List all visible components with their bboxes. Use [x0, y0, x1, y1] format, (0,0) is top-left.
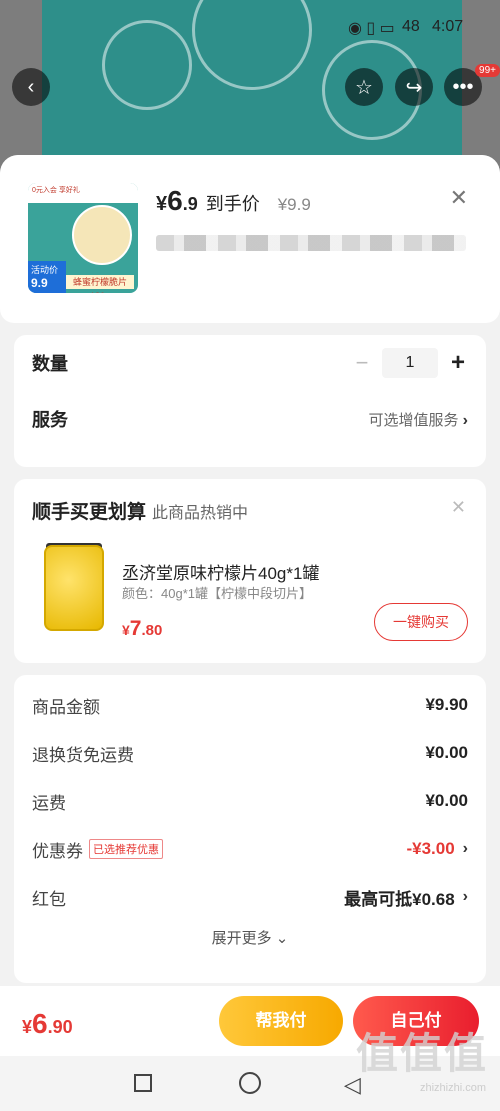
decrease-button[interactable]: − — [352, 350, 372, 376]
expand-more-button[interactable]: 展开更多 ⌄ — [32, 921, 468, 948]
summary-value: ¥0.00 — [425, 743, 468, 762]
order-summary-card: 商品金额 ¥9.90 退换货免运费 ¥0.00 运费 ¥0.00 优惠券 已选推荐… — [14, 675, 486, 983]
quantity-stepper: − 1 + — [352, 348, 468, 378]
summary-value: ¥0.00 — [425, 791, 468, 810]
combo-product-spec: 颜色：40g*1罐【柠檬中段切片】 — [122, 586, 312, 601]
recents-button[interactable] — [134, 1074, 152, 1092]
combo-price-symbol: ¥ — [122, 622, 130, 638]
service-row[interactable]: 服务 可选增值服务 › — [32, 391, 468, 447]
price-decimal: .9 — [182, 194, 198, 214]
home-button[interactable] — [239, 1072, 261, 1094]
combo-subtitle: 此商品热销中 — [152, 505, 249, 522]
battery-level: 48 — [402, 18, 420, 35]
one-click-buy-button[interactable]: 一键购买 — [374, 603, 468, 641]
price-symbol: ¥ — [156, 193, 168, 215]
favorite-button[interactable]: ☆ — [345, 68, 383, 106]
service-label: 服务 — [32, 410, 68, 430]
increase-button[interactable]: + — [448, 349, 468, 377]
back-button[interactable]: ‹ — [12, 68, 50, 106]
combo-header: 顺手买更划算 此商品热销中 — [32, 497, 468, 524]
star-icon: ☆ — [355, 76, 373, 99]
help-pay-button[interactable]: 帮我付 — [219, 996, 343, 1046]
combo-product-name[interactable]: 丞济堂原味柠檬片40g*1罐 — [122, 559, 319, 584]
summary-value: -¥3.00 › — [406, 839, 468, 858]
summary-row-coupon[interactable]: 优惠券 已选推荐优惠 -¥3.00 › — [32, 825, 468, 873]
combo-product-image[interactable] — [44, 545, 104, 631]
quantity-label: 数量 — [32, 354, 68, 374]
close-icon: ✕ — [450, 497, 466, 517]
summary-row-red-packet[interactable]: 红包 最高可抵¥0.68 › — [32, 873, 468, 921]
watermark-domain: zhizhizhi.com — [419, 1082, 486, 1094]
order-sheet: 0元入会 享好礼 活动价 9.9 蜂蜜柠檬脆片180g ¥ 6 .9 到手价 ¥… — [0, 155, 500, 1111]
thumb-price-label: 活动价 — [31, 265, 59, 275]
combo-title: 顺手买更划算 — [32, 502, 147, 523]
lemon-chips-image — [72, 205, 132, 265]
blurred-sku-text — [156, 235, 466, 251]
status-icons: ◉ ▯ ▭ — [348, 20, 395, 37]
coupon-tag: 已选推荐优惠 — [89, 839, 163, 859]
thumb-promo: 0元入会 享好礼 — [28, 183, 138, 203]
chevron-down-icon: ⌄ — [275, 930, 289, 947]
status-time: 4:07 — [432, 18, 464, 35]
message-badge: 99+ — [475, 64, 500, 77]
total-symbol: ¥ — [22, 1017, 33, 1037]
thumb-price-tag: 活动价 9.9 — [28, 261, 66, 293]
summary-label: 退换货免运费 — [32, 745, 134, 765]
summary-label: 运费 — [32, 793, 66, 813]
summary-value: ¥9.90 — [425, 695, 468, 714]
share-icon: ↪ — [405, 76, 423, 99]
chevron-right-icon: › — [462, 888, 468, 905]
original-price: ¥9.9 — [277, 195, 311, 214]
thumb-price: 9.9 — [31, 276, 48, 290]
total-price: ¥6.90 — [22, 1008, 73, 1040]
combo-price-decimal: .80 — [141, 622, 163, 639]
total-integer: 6 — [32, 1008, 48, 1039]
chevron-right-icon: › — [462, 411, 468, 429]
thumb-product-name: 蜂蜜柠檬脆片180g — [66, 275, 134, 293]
chevron-right-icon: › — [462, 840, 468, 857]
close-button[interactable]: ✕ — [450, 185, 468, 211]
more-icon: ••• — [452, 75, 474, 98]
final-price: ¥ 6 .9 到手价 ¥9.9 — [156, 185, 311, 217]
service-value: 可选增值服务 › — [368, 411, 468, 429]
product-thumbnail[interactable]: 0元入会 享好礼 活动价 9.9 蜂蜜柠檬脆片180g — [28, 183, 138, 293]
summary-row-return-shipping: 退换货免运费 ¥0.00 — [32, 729, 468, 777]
close-icon: ✕ — [449, 185, 468, 210]
combo-close-button[interactable]: ✕ — [451, 497, 466, 518]
summary-label: 商品金额 — [32, 697, 100, 717]
summary-value: 最高可抵¥0.68 › — [344, 888, 468, 909]
share-button[interactable]: ↪ — [395, 68, 433, 106]
watermark-logo: 值值值 — [355, 1030, 488, 1077]
summary-label: 红包 — [32, 889, 66, 909]
price-label: 到手价 — [205, 194, 260, 214]
price-integer: 6 — [167, 185, 183, 216]
quantity-row: 数量 − 1 + — [32, 335, 468, 391]
total-decimal: .90 — [47, 1017, 73, 1037]
combo-price: ¥7.80 — [122, 617, 162, 641]
chevron-left-icon: ‹ — [27, 75, 35, 98]
combo-price-integer: 7 — [129, 617, 142, 640]
summary-row-goods: 商品金额 ¥9.90 — [32, 681, 468, 729]
product-summary: 0元入会 享好礼 活动价 9.9 蜂蜜柠檬脆片180g ¥ 6 .9 到手价 ¥… — [0, 155, 500, 323]
quantity-service-card: 数量 − 1 + 服务 可选增值服务 › — [14, 335, 486, 467]
summary-row-shipping: 运费 ¥0.00 — [32, 777, 468, 825]
combo-recommendation-card: 顺手买更划算 此商品热销中 ✕ 丞济堂原味柠檬片40g*1罐 颜色：40g*1罐… — [14, 479, 486, 663]
summary-label: 优惠券 已选推荐优惠 — [32, 837, 163, 862]
quantity-input[interactable]: 1 — [382, 348, 438, 378]
